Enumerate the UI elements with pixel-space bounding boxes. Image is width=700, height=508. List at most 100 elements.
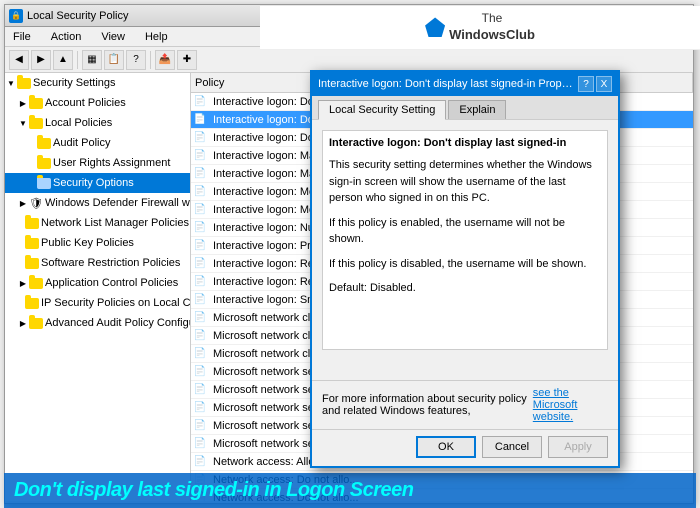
folder-icon — [25, 236, 39, 250]
window-title: Local Security Policy — [27, 10, 129, 22]
tree-item-account-policies[interactable]: ▶ Account Policies — [5, 93, 190, 113]
tree-label: Software Restriction Policies — [41, 257, 186, 269]
tree-item-user-rights[interactable]: User Rights Assignment — [5, 153, 190, 173]
folder-icon — [37, 136, 51, 150]
menu-bar: File Action View Help — [5, 27, 693, 47]
doc-icon: 📄 — [193, 221, 207, 235]
cancel-button[interactable]: Cancel — [482, 436, 542, 458]
ok-button[interactable]: OK — [416, 436, 476, 458]
tree-item-ip-security[interactable]: IP Security Policies on Local Comput... — [5, 293, 190, 313]
dialog-help-button[interactable]: ? — [578, 76, 594, 92]
expand-icon: ▶ — [17, 317, 29, 329]
dialog-body: Interactive logon: Don't display last si… — [312, 120, 618, 380]
menu-action[interactable]: Action — [47, 31, 86, 43]
tree-label: Application Control Policies — [45, 277, 186, 289]
expand-icon: ▶ — [17, 277, 29, 289]
properties-button[interactable]: 📋 — [104, 50, 124, 70]
dialog-footer: For more information about security poli… — [312, 380, 618, 429]
doc-icon: 📄 — [193, 293, 207, 307]
doc-icon: 📄 — [193, 113, 207, 127]
tree-label: Network List Manager Policies — [41, 217, 189, 229]
app-icon: 🔒 — [9, 9, 23, 23]
tree-label: Security Options — [53, 177, 186, 189]
export-button[interactable]: 📤 — [155, 50, 175, 70]
minimize-button[interactable]: ─ — [639, 8, 655, 24]
expand-icon: ▶ — [17, 97, 29, 109]
help-toolbar-button[interactable]: ? — [126, 50, 146, 70]
folder-icon — [29, 316, 43, 330]
tree-label: Audit Policy — [53, 137, 186, 149]
doc-icon: 📄 — [193, 365, 207, 379]
bottom-banner: Don't display last signed-in in Logon Sc… — [4, 473, 696, 508]
doc-icon: 📄 — [193, 311, 207, 325]
close-button[interactable]: ✕ — [673, 8, 689, 24]
doc-icon: 📄 — [193, 329, 207, 343]
tree-item-advanced-audit[interactable]: ▶ Advanced Audit Policy Configuration — [5, 313, 190, 333]
new-button[interactable]: ✚ — [177, 50, 197, 70]
dialog-content-scroll: Interactive logon: Don't display last si… — [322, 130, 608, 350]
folder-icon — [37, 176, 51, 190]
dialog-footer-link[interactable]: see the Microsoft website. — [533, 387, 608, 423]
menu-view[interactable]: View — [97, 31, 129, 43]
dialog-description: This security setting determines whether… — [329, 157, 601, 297]
tree-label: Advanced Audit Policy Configuration — [45, 317, 190, 329]
doc-icon: 📄 — [193, 437, 207, 451]
menu-help[interactable]: Help — [141, 31, 172, 43]
tab-local-security-setting[interactable]: Local Security Setting — [318, 100, 446, 120]
doc-icon: 📄 — [193, 239, 207, 253]
tree-item-app-control[interactable]: ▶ Application Control Policies — [5, 273, 190, 293]
tree-label: User Rights Assignment — [53, 157, 186, 169]
back-button[interactable]: ◀ — [9, 50, 29, 70]
dialog-content-title: Interactive logon: Don't display last si… — [329, 137, 601, 149]
forward-button[interactable]: ▶ — [31, 50, 51, 70]
doc-icon: 📄 — [193, 185, 207, 199]
dialog-close-button[interactable]: X — [596, 76, 612, 92]
tree-item-security-options[interactable]: Security Options — [5, 173, 190, 193]
tree-item-firewall[interactable]: ▶ 🛡 Windows Defender Firewall with Adv..… — [5, 193, 190, 213]
toolbar-separator — [77, 51, 78, 69]
folder-icon — [25, 256, 39, 270]
doc-icon: 📄 — [193, 383, 207, 397]
up-button[interactable]: ▲ — [53, 50, 73, 70]
tree-item-software-restriction[interactable]: Software Restriction Policies — [5, 253, 190, 273]
doc-icon: 📄 — [193, 149, 207, 163]
tab-explain[interactable]: Explain — [448, 100, 506, 119]
doc-icon: 📄 — [193, 419, 207, 433]
expand-icon: ▼ — [17, 117, 29, 129]
folder-icon — [25, 296, 39, 310]
tree-item-public-key[interactable]: Public Key Policies — [5, 233, 190, 253]
folder-icon — [29, 96, 43, 110]
shield-icon: 🛡 — [29, 196, 43, 210]
tree-label: Local Policies — [45, 117, 186, 129]
restore-button[interactable]: □ — [656, 8, 672, 24]
doc-icon: 📄 — [193, 203, 207, 217]
tree-label: Public Key Policies — [41, 237, 186, 249]
doc-icon: 📄 — [193, 95, 207, 109]
tree-label: Account Policies — [45, 97, 186, 109]
expand-icon: ▼ — [5, 77, 17, 89]
tree-item-security-settings[interactable]: ▼ Security Settings — [5, 73, 190, 93]
dialog-title-buttons: ? X — [578, 76, 612, 92]
show-hide-button[interactable]: ▦ — [82, 50, 102, 70]
folder-icon — [29, 276, 43, 290]
title-bar-buttons: ─ □ ✕ — [639, 8, 689, 24]
dialog-tabs: Local Security Setting Explain — [312, 96, 618, 120]
menu-file[interactable]: File — [9, 31, 35, 43]
tree-item-local-policies[interactable]: ▼ Local Policies — [5, 113, 190, 133]
dialog-buttons: OK Cancel Apply — [312, 429, 618, 466]
doc-icon: 📄 — [193, 275, 207, 289]
dialog-title-text: Interactive logon: Don't display last si… — [318, 78, 578, 90]
dialog-footer-text: For more information about security poli… — [322, 393, 533, 417]
doc-icon: 📄 — [193, 131, 207, 145]
apply-button[interactable]: Apply — [548, 436, 608, 458]
expand-icon: ▶ — [17, 197, 29, 209]
tree-label: Security Settings — [33, 77, 186, 89]
doc-icon: 📄 — [193, 401, 207, 415]
expand-icon — [29, 137, 37, 149]
tree-item-audit-policy[interactable]: Audit Policy — [5, 133, 190, 153]
tree-item-network-list[interactable]: Network List Manager Policies — [5, 213, 190, 233]
doc-icon: 📄 — [193, 455, 207, 469]
doc-icon: 📄 — [193, 257, 207, 271]
folder-icon — [17, 76, 31, 90]
tree-label: Windows Defender Firewall with Adv... — [45, 197, 190, 209]
